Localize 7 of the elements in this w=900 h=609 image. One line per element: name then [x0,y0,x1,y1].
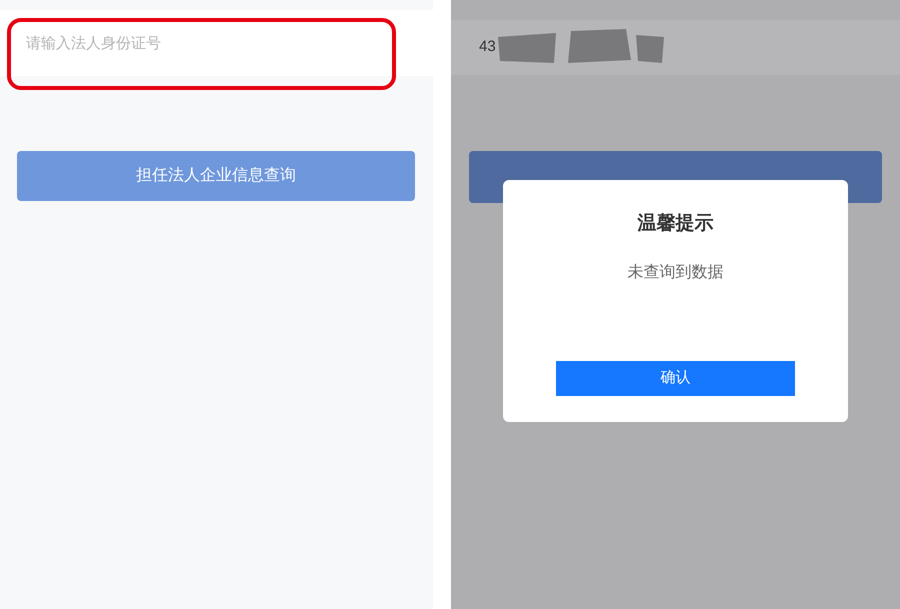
dialog-title: 温馨提示 [638,212,714,236]
id-input-field[interactable]: 43 [451,20,900,75]
confirm-button[interactable]: 确认 [556,360,795,396]
field-value: 43 [479,37,496,58]
dialog-message: 未查询到数据 [628,262,724,282]
id-input-field[interactable]: 请输入法人身份证号 [0,10,433,76]
query-button[interactable]: 担任法人企业信息查询 [17,151,415,201]
